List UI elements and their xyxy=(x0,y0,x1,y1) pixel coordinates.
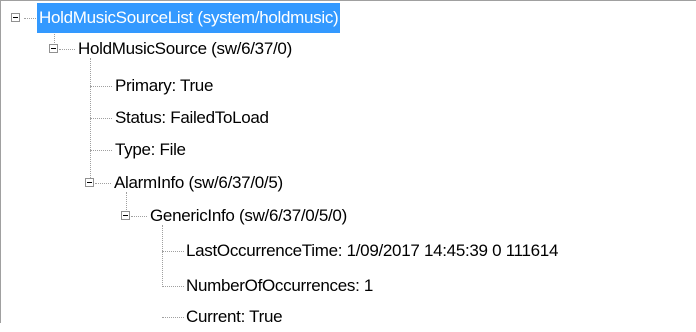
tree-node-number-of-occurrences[interactable]: NumberOfOccurrences: 1 xyxy=(184,271,375,301)
tree-node-last-occurrence-time[interactable]: LastOccurrenceTime: 1/09/2017 14:45:39 0… xyxy=(184,236,560,266)
tree-node-label: Primary: True xyxy=(115,76,214,95)
tree-node-type[interactable]: Type: File xyxy=(113,135,188,165)
tree-node-label: HoldMusicSourceList (system/holdmusic) xyxy=(37,3,341,33)
collapse-icon[interactable] xyxy=(85,178,94,187)
connector-line xyxy=(162,225,164,287)
collapse-icon[interactable] xyxy=(121,211,130,220)
tree-node-label: GenericInfo (sw/6/37/0/5/0) xyxy=(150,206,347,225)
connector-line xyxy=(90,118,112,120)
tree-view[interactable]: HoldMusicSourceList (system/holdmusic) H… xyxy=(0,0,696,326)
tree-node-label: HoldMusicSource (sw/6/37/0) xyxy=(78,39,292,58)
tree-node-primary[interactable]: Primary: True xyxy=(113,71,215,101)
tree-node-label: Status: FailedToLoad xyxy=(115,108,269,127)
tree-node-label: Current: True xyxy=(186,307,283,326)
connector-line xyxy=(131,216,147,218)
connector-line xyxy=(162,317,184,319)
tree-node-hold-music-source[interactable]: HoldMusicSource (sw/6/37/0) xyxy=(76,34,294,64)
tree-node-label: Type: File xyxy=(115,140,186,159)
connector-line xyxy=(162,286,184,288)
tree-border-left xyxy=(0,0,1,323)
connector-line xyxy=(162,251,184,253)
collapse-icon[interactable] xyxy=(49,44,58,53)
connector-line xyxy=(90,86,112,88)
connector-line xyxy=(59,49,75,51)
connector-line xyxy=(95,183,111,185)
tree-node-generic-info[interactable]: GenericInfo (sw/6/37/0/5/0) xyxy=(148,201,349,231)
tree-node-label: NumberOfOccurrences: 1 xyxy=(186,276,374,295)
tree-node-status[interactable]: Status: FailedToLoad xyxy=(113,103,271,133)
tree-node-label: LastOccurrenceTime: 1/09/2017 14:45:39 0… xyxy=(186,241,559,260)
tree-node-current[interactable]: Current: True xyxy=(184,302,284,332)
connector-line xyxy=(90,150,112,152)
connector-line xyxy=(24,18,36,20)
tree-border-top xyxy=(0,0,696,1)
connector-line xyxy=(90,58,92,184)
tree-node-alarm-info[interactable]: AlarmInfo (sw/6/37/0/5) xyxy=(112,168,285,198)
tree-node-root[interactable]: HoldMusicSourceList (system/holdmusic) xyxy=(37,3,341,33)
collapse-icon[interactable] xyxy=(11,13,20,22)
tree-node-label: AlarmInfo (sw/6/37/0/5) xyxy=(114,173,283,192)
